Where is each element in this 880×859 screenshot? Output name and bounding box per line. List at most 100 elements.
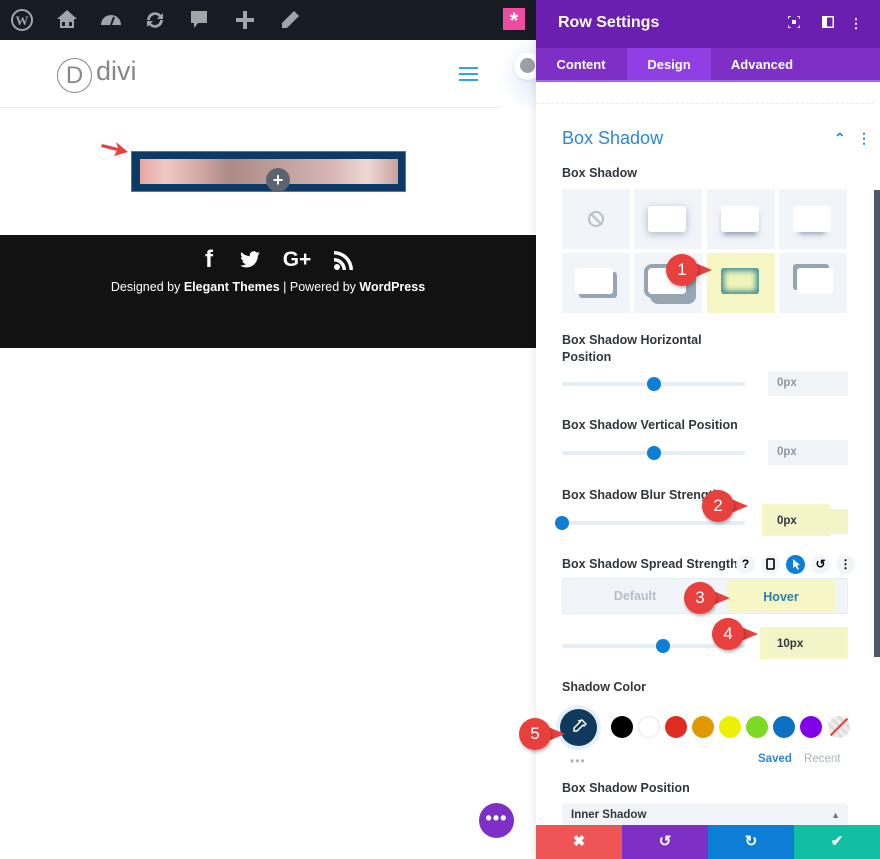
- transparent-swatch[interactable]: [828, 716, 850, 738]
- hover-mode-tab[interactable]: Hover: [727, 580, 835, 612]
- preset-4[interactable]: [562, 253, 630, 313]
- logo-text[interactable]: divi: [96, 56, 137, 87]
- callout-number: 1: [677, 260, 687, 279]
- edit-icon[interactable]: [278, 8, 302, 32]
- callout-3: 3: [684, 582, 730, 614]
- svg-text:W: W: [16, 13, 29, 28]
- logo-mark[interactable]: D: [57, 58, 92, 93]
- discard-button[interactable]: ✖: [536, 825, 622, 859]
- credits-separator: | Powered by: [279, 280, 360, 294]
- saved-colors-tab[interactable]: Saved: [758, 753, 792, 765]
- section-title[interactable]: Box Shadow: [562, 128, 663, 149]
- horizontal-position-slider[interactable]: [562, 377, 745, 391]
- undo-button[interactable]: ↺: [622, 825, 708, 859]
- row-settings-panel: Row Settings ⋮ Content Design Advanced B…: [536, 0, 880, 859]
- page-settings-button[interactable]: •••: [479, 803, 514, 838]
- panel-tabs: Content Design Advanced: [536, 48, 880, 82]
- panel-scrollbar[interactable]: [874, 190, 880, 657]
- callout-5: 5: [519, 718, 565, 750]
- slider-knob[interactable]: [646, 377, 661, 391]
- horizontal-position-label: Box Shadow Horizontal Position: [562, 332, 702, 366]
- designer-link[interactable]: Elegant Themes: [184, 280, 280, 294]
- callout-number: 5: [530, 724, 540, 743]
- platform-link[interactable]: WordPress: [359, 280, 425, 294]
- vertical-position-label: Box Shadow Vertical Position: [562, 418, 738, 432]
- split-view-icon[interactable]: [820, 16, 836, 32]
- preset-1[interactable]: [634, 189, 702, 249]
- blur-strength-input[interactable]: 0px: [768, 509, 848, 534]
- updates-icon[interactable]: [143, 8, 167, 32]
- color-swatch[interactable]: [800, 716, 822, 738]
- panel-actions: ✖ ↺ ↻ ✔: [536, 825, 880, 859]
- hamburger-icon[interactable]: [459, 67, 478, 85]
- preset-3[interactable]: [779, 189, 847, 249]
- callout-2: 2: [702, 490, 748, 522]
- preset-7[interactable]: [779, 253, 847, 313]
- color-swatch[interactable]: [773, 716, 795, 738]
- my-sites-icon[interactable]: [55, 8, 79, 32]
- new-content-icon[interactable]: [233, 8, 257, 32]
- add-module-button[interactable]: +: [266, 168, 290, 192]
- slider-knob[interactable]: [646, 446, 661, 460]
- comments-icon[interactable]: [187, 8, 211, 32]
- spread-strength-input[interactable]: 10px: [768, 632, 844, 657]
- divi-builder-badge[interactable]: *: [503, 8, 525, 33]
- vertical-position-input[interactable]: 0px: [768, 440, 848, 465]
- spread-strength-label: Box Shadow Spread Strength: [562, 557, 738, 571]
- callout-number: 3: [695, 588, 705, 607]
- more-options-icon[interactable]: ⋮: [848, 16, 864, 32]
- credits-prefix: Designed by: [110, 280, 184, 294]
- callout-number: 2: [713, 496, 723, 515]
- rss-icon[interactable]: [333, 247, 355, 273]
- twitter-icon[interactable]: [238, 247, 262, 273]
- section-divider: [536, 103, 874, 104]
- save-button[interactable]: ✔: [794, 825, 880, 859]
- slider-knob[interactable]: [555, 516, 569, 530]
- color-swatch[interactable]: [665, 716, 687, 738]
- row-image: +: [140, 159, 398, 192]
- horizontal-label-line2: Position: [562, 350, 612, 364]
- panel-header[interactable]: Row Settings ⋮: [536, 0, 880, 48]
- collapse-chevron-icon[interactable]: ⌃: [834, 130, 846, 147]
- tab-content[interactable]: Content: [536, 48, 626, 80]
- responsive-icon[interactable]: [761, 555, 780, 574]
- horizontal-position-input[interactable]: 0px: [768, 371, 848, 396]
- redo-button[interactable]: ↻: [708, 825, 794, 859]
- footer-credits: Designed by Elegant Themes | Powered by …: [0, 280, 536, 294]
- eyedropper-button[interactable]: [560, 709, 597, 746]
- slider-knob[interactable]: [655, 639, 670, 653]
- help-icon[interactable]: ?: [736, 555, 755, 574]
- color-swatch[interactable]: [611, 716, 633, 738]
- hover-mode-icon[interactable]: [786, 555, 805, 574]
- section-more-icon[interactable]: ⋮: [857, 130, 871, 147]
- preset-6-selected[interactable]: [707, 253, 775, 313]
- color-swatch[interactable]: [746, 716, 768, 738]
- shadow-color-label: Shadow Color: [562, 680, 647, 694]
- recent-colors-tab[interactable]: Recent: [804, 753, 840, 765]
- shadow-position-label: Box Shadow Position: [562, 781, 690, 795]
- spread-more-icon[interactable]: ⋮: [836, 555, 855, 574]
- more-colors-icon[interactable]: •••: [570, 754, 586, 768]
- preset-2[interactable]: [707, 189, 775, 249]
- pointer-arrow-icon: [101, 142, 128, 156]
- tab-design[interactable]: Design: [627, 48, 711, 80]
- callout-4: 4: [712, 618, 758, 650]
- color-swatch[interactable]: [638, 716, 660, 738]
- horizontal-label-line1: Box Shadow Horizontal: [562, 333, 702, 347]
- tab-advanced[interactable]: Advanced: [712, 48, 812, 80]
- box-shadow-label: Box Shadow: [562, 166, 638, 180]
- facebook-icon[interactable]: f: [200, 246, 218, 273]
- google-plus-icon[interactable]: G+: [279, 247, 315, 273]
- row-with-box-shadow[interactable]: +: [131, 151, 406, 192]
- dashboard-icon[interactable]: [99, 8, 123, 32]
- color-swatch[interactable]: [692, 716, 714, 738]
- callout-1: 1: [666, 254, 712, 286]
- none-icon: [588, 211, 604, 227]
- fullscreen-icon[interactable]: [786, 15, 802, 32]
- globe-area: [500, 40, 542, 108]
- vertical-position-slider[interactable]: [562, 446, 745, 460]
- reset-icon[interactable]: ↺: [811, 555, 830, 574]
- preset-none[interactable]: [562, 189, 630, 249]
- wordpress-icon[interactable]: W: [10, 8, 34, 32]
- color-swatch[interactable]: [719, 716, 741, 738]
